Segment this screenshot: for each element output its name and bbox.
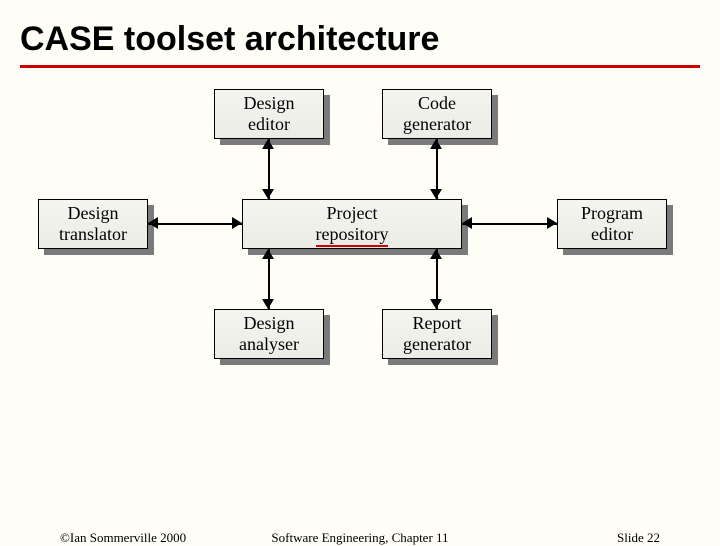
arrowhead — [232, 217, 242, 229]
footer-slide: Slide 22 — [617, 530, 660, 546]
arrowhead — [262, 299, 274, 309]
arrowhead — [262, 139, 274, 149]
node-design-analyser: Design analyser — [214, 309, 324, 359]
slide-header: CASE toolset architecture — [0, 0, 720, 68]
node-project-repository: Project repository — [242, 199, 462, 249]
repo-word-project: Project — [326, 203, 377, 223]
node-code-generator: Code generator — [382, 89, 492, 139]
arrowhead — [262, 249, 274, 259]
footer-chapter: Software Engineering, Chapter 11 — [0, 530, 720, 546]
repository-label: Project repository — [316, 203, 389, 244]
arrowhead — [430, 249, 442, 259]
slide-title: CASE toolset architecture — [20, 20, 700, 59]
arrowhead — [547, 217, 557, 229]
arrowhead — [148, 217, 158, 229]
node-design-translator: Design translator — [38, 199, 148, 249]
diagram-canvas: Design editor Code generator Design tran… — [0, 68, 720, 488]
node-report-generator: Report generator — [382, 309, 492, 359]
connector — [462, 223, 557, 225]
node-program-editor: Program editor — [557, 199, 667, 249]
arrowhead — [430, 139, 442, 149]
repo-word-repository: repository — [316, 224, 389, 247]
arrowhead — [430, 299, 442, 309]
connector — [148, 223, 242, 225]
arrowhead — [262, 189, 274, 199]
node-design-editor: Design editor — [214, 89, 324, 139]
arrowhead — [430, 189, 442, 199]
arrowhead — [462, 217, 472, 229]
